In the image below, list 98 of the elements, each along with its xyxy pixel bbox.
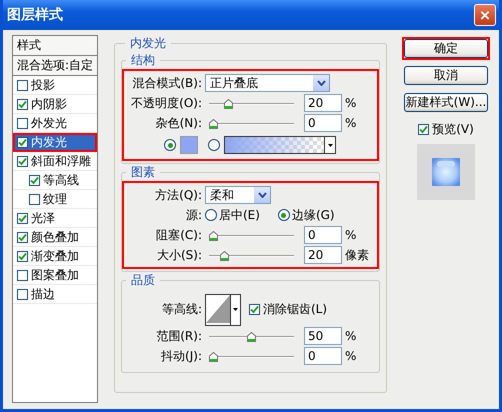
dropdown[interactable]: 正片叠底 bbox=[205, 74, 330, 92]
checkbox[interactable] bbox=[17, 250, 28, 262]
list-item[interactable]: 颜色叠加 bbox=[13, 228, 97, 247]
item-label: 内发光 bbox=[31, 134, 67, 150]
checkbox[interactable] bbox=[29, 174, 40, 186]
radio-button[interactable] bbox=[205, 209, 217, 221]
checkbox[interactable] bbox=[249, 304, 260, 315]
color-swatch[interactable] bbox=[180, 136, 198, 154]
dialog-button[interactable]: 确定 bbox=[404, 39, 488, 58]
input-field[interactable]: 20 bbox=[304, 94, 342, 112]
checkbox[interactable] bbox=[17, 98, 28, 110]
input-field[interactable]: 0 bbox=[304, 226, 342, 244]
unit-label: % bbox=[345, 116, 356, 130]
input-field[interactable]: 0 bbox=[304, 114, 342, 132]
item-label: 内阴影 bbox=[31, 96, 67, 112]
item-label: 投影 bbox=[31, 76, 55, 94]
unit-label: % bbox=[345, 228, 356, 242]
caret-icon[interactable] bbox=[328, 144, 332, 146]
field-label: 阻塞(C): bbox=[155, 226, 203, 244]
contour-picker[interactable] bbox=[205, 294, 241, 326]
field-label: 杂色(N): bbox=[154, 114, 203, 132]
list-item[interactable]: 混合选项:自定 bbox=[13, 56, 97, 76]
slider-track[interactable] bbox=[209, 250, 294, 260]
slider-thumb[interactable] bbox=[247, 332, 256, 342]
item-label: 外发光 bbox=[31, 114, 67, 132]
list-item[interactable]: 光泽 bbox=[13, 209, 97, 228]
list-item[interactable]: 纹理 bbox=[13, 190, 97, 209]
dialog-button[interactable]: 取消 bbox=[404, 66, 488, 85]
slider-track[interactable] bbox=[209, 332, 294, 340]
window-title: 图层样式 bbox=[7, 6, 63, 24]
slider-track[interactable] bbox=[209, 118, 294, 128]
checkbox[interactable] bbox=[17, 136, 28, 148]
list-item[interactable]: 图案叠加 bbox=[13, 266, 97, 285]
checkbox[interactable] bbox=[17, 270, 28, 280]
item-label: 图案叠加 bbox=[31, 266, 79, 284]
field-label: 大小(S): bbox=[156, 246, 203, 264]
radio-label: 边缘(G) bbox=[292, 206, 335, 224]
slider-thumb[interactable] bbox=[209, 230, 218, 240]
field-label: 方法(Q): bbox=[154, 186, 203, 204]
dropdown[interactable]: 柔和 bbox=[205, 186, 271, 204]
input-field[interactable]: 50 bbox=[304, 327, 342, 345]
checkbox[interactable] bbox=[17, 156, 28, 166]
radio-label: 居中(E) bbox=[219, 206, 260, 224]
field-label: 源: bbox=[184, 206, 203, 224]
checkbox[interactable] bbox=[29, 194, 40, 204]
checkbox[interactable] bbox=[17, 80, 28, 90]
list-item[interactable]: 投影 bbox=[13, 76, 97, 95]
gradient-picker[interactable] bbox=[224, 136, 336, 154]
input-field[interactable]: 20 bbox=[304, 246, 342, 264]
slider-track[interactable] bbox=[209, 98, 294, 108]
checkbox-label: 预览(V) bbox=[432, 121, 474, 138]
field-label: 范围(R): bbox=[155, 328, 203, 344]
item-label: 描边 bbox=[31, 286, 55, 302]
group-title: 图素 bbox=[130, 164, 156, 181]
caret-icon[interactable] bbox=[233, 308, 238, 311]
unit-label: % bbox=[345, 329, 356, 343]
slider-thumb[interactable] bbox=[224, 98, 234, 108]
radio-button[interactable] bbox=[164, 139, 176, 151]
list-item[interactable]: 等高线 bbox=[13, 171, 97, 190]
list-item[interactable]: 描边 bbox=[13, 285, 97, 304]
item-label: 斜面和浮雕 bbox=[31, 152, 91, 170]
close-button[interactable]: × bbox=[474, 4, 496, 26]
item-label: 光泽 bbox=[31, 210, 55, 226]
group-title: 品质 bbox=[130, 272, 156, 289]
field-label: 混合模式(B): bbox=[131, 74, 203, 92]
checkbox[interactable] bbox=[17, 288, 28, 300]
panel-title: 内发光 bbox=[129, 35, 167, 52]
slider-thumb[interactable] bbox=[209, 118, 218, 128]
list-item[interactable]: 斜面和浮雕 bbox=[13, 152, 97, 171]
checkbox[interactable] bbox=[17, 212, 28, 224]
slider-thumb[interactable] bbox=[209, 352, 218, 362]
radio-button[interactable] bbox=[208, 139, 220, 151]
input-field[interactable]: 0 bbox=[304, 347, 342, 365]
list-item[interactable]: 渐变叠加 bbox=[13, 247, 97, 266]
dialog-button[interactable]: 新建样式(W)... bbox=[404, 93, 488, 112]
group-title: 结构 bbox=[130, 52, 156, 69]
item-label: 纹理 bbox=[43, 190, 67, 208]
unit-label: % bbox=[345, 349, 356, 363]
checkbox[interactable] bbox=[418, 124, 430, 135]
list-item[interactable]: 内阴影 bbox=[13, 95, 97, 114]
list-item[interactable]: 内发光 bbox=[13, 133, 97, 152]
item-label: 等高线 bbox=[43, 172, 79, 188]
field-label: 不透明度(O): bbox=[130, 94, 203, 112]
unit-label: % bbox=[345, 96, 356, 110]
checkbox-label: 消除锯齿(L) bbox=[263, 301, 328, 318]
checkbox[interactable] bbox=[17, 232, 28, 242]
unit-label: 像素 bbox=[345, 246, 369, 264]
style-preview-drawing bbox=[417, 144, 475, 200]
field-label: 等高线: bbox=[160, 301, 203, 318]
item-label: 渐变叠加 bbox=[31, 248, 79, 264]
field-label: 抖动(J): bbox=[160, 348, 203, 364]
checkbox[interactable] bbox=[17, 118, 28, 128]
slider-thumb[interactable] bbox=[220, 250, 230, 260]
radio-button[interactable] bbox=[278, 209, 290, 221]
slider-track[interactable] bbox=[209, 352, 294, 360]
slider-track[interactable] bbox=[209, 230, 294, 240]
item-label: 颜色叠加 bbox=[31, 228, 79, 246]
list-header: 样式 bbox=[13, 36, 97, 56]
